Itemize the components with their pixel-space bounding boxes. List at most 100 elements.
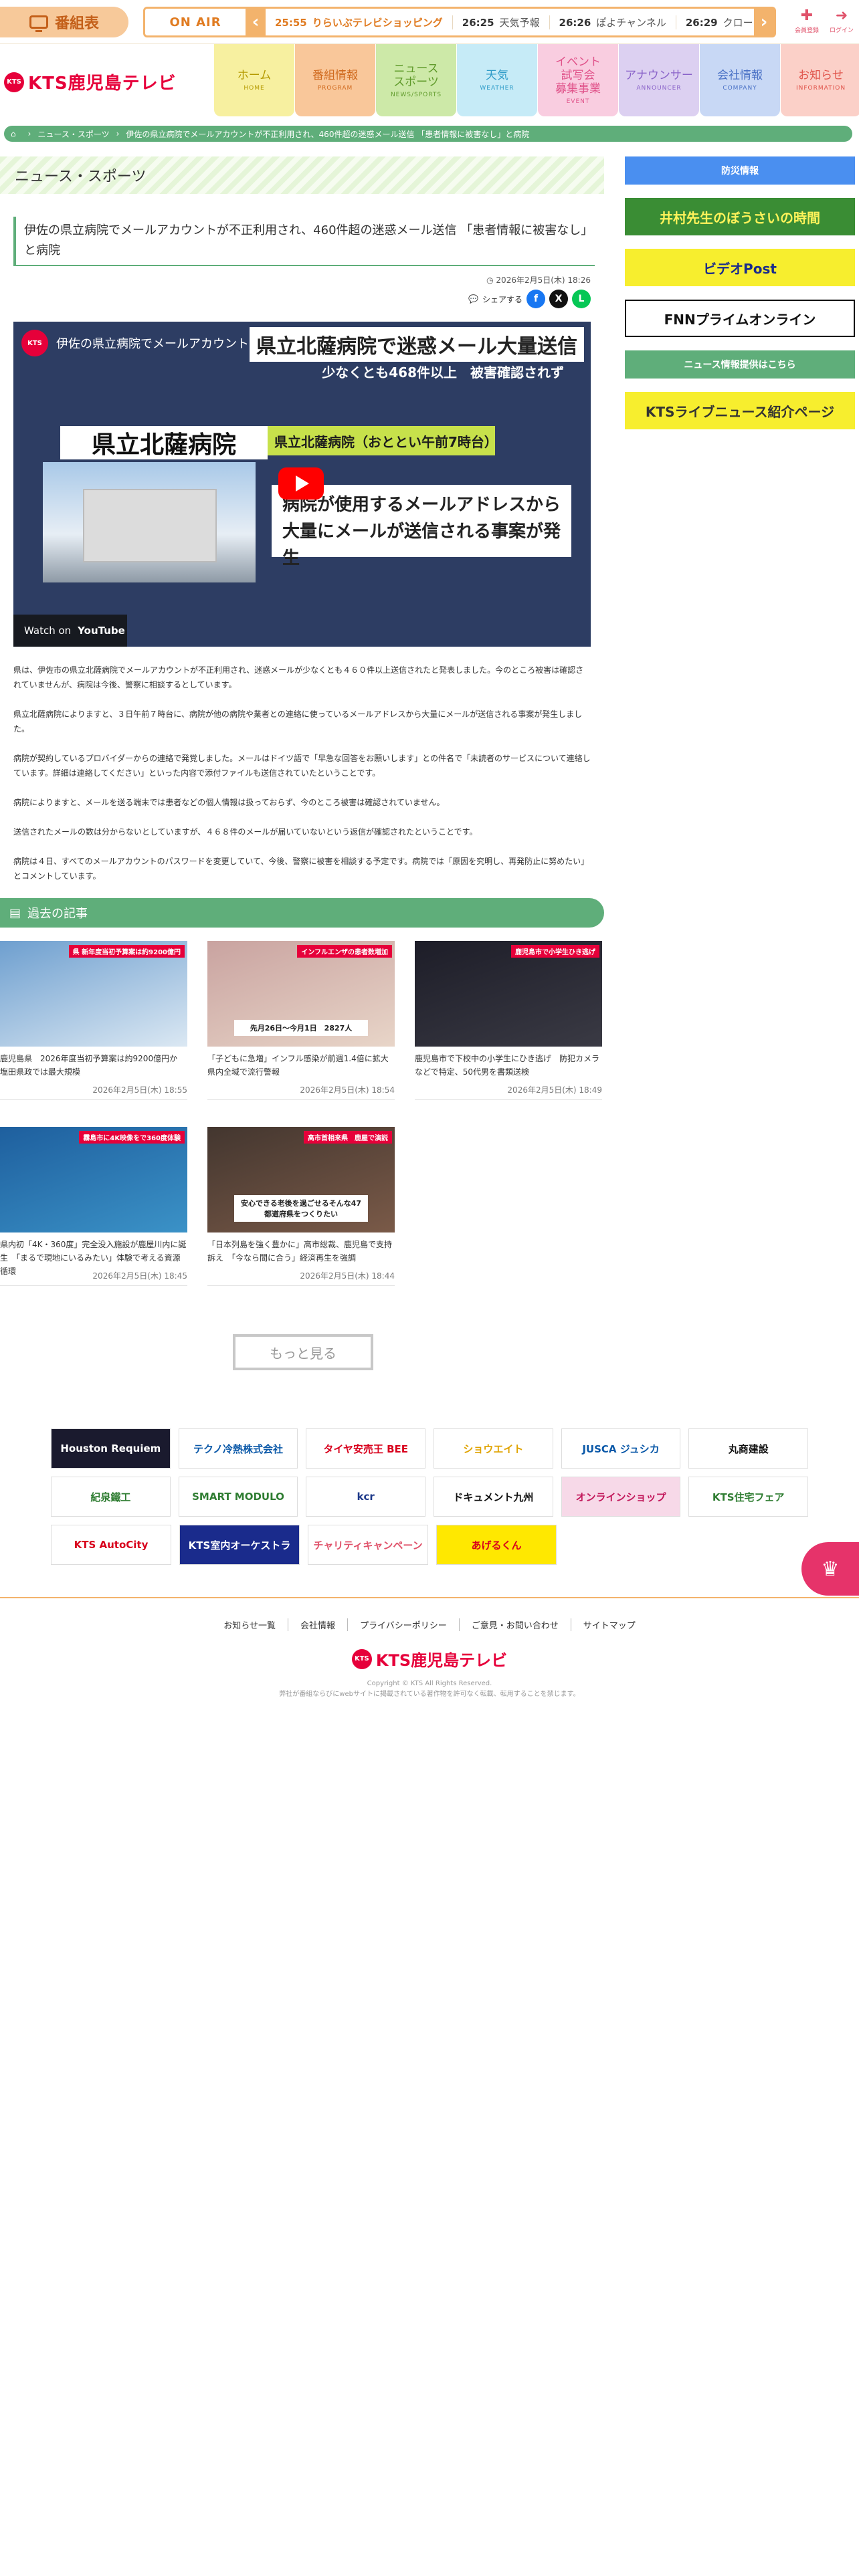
- ticker-item[interactable]: 26:25 天気予報: [453, 15, 550, 29]
- sponsor-banner[interactable]: Houston Requiem: [51, 1428, 171, 1469]
- breadcrumb-separator: ›: [27, 129, 31, 138]
- share-bar: 💬 シェアする f X L: [13, 290, 591, 308]
- sidebar-banner[interactable]: ビデオPost: [625, 249, 855, 286]
- nav-item-home[interactable]: ホーム HOME: [214, 44, 294, 116]
- sponsor-banner[interactable]: ショウエイト: [434, 1428, 553, 1469]
- ticker-item[interactable]: 26:26 ぽよチャンネル: [550, 15, 676, 29]
- sponsor-name: チャリティキャンペーン: [313, 1539, 423, 1551]
- past-article-card[interactable]: インフルエンザの患者数増加 先月26日～今月1日 2827人「子どもに急増」インフ…: [207, 941, 397, 1100]
- floating-crown-button[interactable]: ♛: [801, 1542, 859, 1596]
- x-icon[interactable]: X: [549, 290, 568, 308]
- past-article-card[interactable]: 霧島市に4K映像をで360度体験 県内初「4K・360度」完全没入施設が鹿屋川内に…: [0, 1127, 187, 1286]
- sponsor-banner[interactable]: KTS住宅フェア: [688, 1477, 809, 1517]
- sponsor-banner[interactable]: SMART MODULO: [178, 1477, 298, 1517]
- sponsor-banner[interactable]: KTS室内オーケストラ: [179, 1525, 300, 1565]
- ticker-title: 天気予報: [499, 16, 540, 29]
- sponsor-name: SMART MODULO: [192, 1491, 284, 1503]
- sponsor-banner[interactable]: テクノ冷熱株式会社: [178, 1428, 298, 1469]
- footer-link-news[interactable]: お知らせ一覧: [211, 1618, 288, 1631]
- on-air-ticker: ON AIR ‹ 25:55 りらいぶテレビショッピング 26:25 天気予報 26…: [143, 7, 776, 37]
- login-button[interactable]: ➜ ログイン: [830, 7, 854, 34]
- line-icon[interactable]: L: [572, 290, 591, 308]
- nav-item-information[interactable]: お知らせ INFORMATION: [781, 44, 859, 116]
- watch-on-youtube-button[interactable]: Watch on YouTube: [13, 615, 127, 647]
- nav-item-announcer[interactable]: アナウンサー ANNOUNCER: [619, 44, 699, 116]
- site-logo[interactable]: KTS KTS鹿児島テレビ: [4, 70, 177, 94]
- play-button[interactable]: [278, 467, 324, 500]
- global-nav: ホーム HOME 番組情報 PROGRAM ニュース スポーツ NEWS/SPORTS 天気…: [214, 44, 859, 116]
- sponsor-banner[interactable]: KTS AutoCity: [51, 1525, 171, 1565]
- article-thumbnail[interactable]: 高市首相来県 鹿屋で演説安心できる老後を過ごせるそんな47都道府県をつくりたい: [207, 1127, 395, 1232]
- past-article-card[interactable]: 高市首相来県 鹿屋で演説 安心できる老後を過ごせるそんな47都道府県をつくりたい「…: [207, 1127, 395, 1286]
- sponsor-banner[interactable]: チャリティキャンペーン: [308, 1525, 428, 1565]
- sponsor-name: あげるくん: [471, 1539, 522, 1551]
- sponsor-name: ショウエイト: [463, 1442, 524, 1455]
- article-card-title: 「子どもに急増」インフル感染が前週1.4倍に拡大 県内全域で流行警報: [207, 1054, 397, 1077]
- thumb-caption: 高市首相来県 鹿屋で演説: [304, 1131, 392, 1144]
- ticker-item[interactable]: 25:55 りらいぶテレビショッピング: [266, 15, 453, 29]
- sponsor-banner[interactable]: タイヤ安売王 BEE: [306, 1428, 426, 1469]
- nav-item-event[interactable]: イベント 試写会 募集事業 EVENT: [538, 44, 618, 116]
- sidebar-banner[interactable]: ニュース情報提供はこちら: [625, 350, 855, 379]
- home-icon[interactable]: ⌂: [11, 129, 16, 138]
- article-paragraph: 県は、伊佐市の県立北薩病院でメールアカウントが不正利用され、迷惑メールが少なくと…: [13, 665, 584, 689]
- facebook-icon[interactable]: f: [527, 290, 545, 308]
- ticker-prev-button[interactable]: ‹: [246, 9, 266, 35]
- sponsor-banner[interactable]: 紀泉鐵工: [51, 1477, 171, 1517]
- thumb-caption: 県 新年度当初予算案は約9200億円: [68, 945, 185, 958]
- footer-logo[interactable]: KTS KTS鹿児島テレビ: [0, 1647, 859, 1671]
- footer-link-sitemap[interactable]: サイトマップ: [571, 1618, 648, 1631]
- article-title: 伊佐の県立病院でメールアカウントが不正利用され、460件超の迷惑メール送信 「患…: [13, 217, 595, 266]
- video-player[interactable]: KTS 伊佐の県立病院でメールアカウントが不正利用され、460件超の迷惑メール送…: [13, 322, 591, 647]
- sponsor-banner[interactable]: JUSCA ジュシカ: [561, 1428, 681, 1469]
- sponsor-banner[interactable]: 丸商建設: [688, 1428, 809, 1469]
- footer-link-company[interactable]: 会社情報: [288, 1618, 348, 1631]
- sidebar-banner[interactable]: FNNプライムオンライン: [625, 300, 855, 337]
- sidebar: 防災情報井村先生のぼうさいの時間 ビデオPost FNNプライムオンラインニュース情…: [625, 156, 855, 443]
- article-thumbnail[interactable]: 鹿児島市で小学生ひき逃げ: [415, 941, 602, 1047]
- nav-item-news-sports[interactable]: ニュース スポーツ NEWS/SPORTS: [376, 44, 456, 116]
- sidebar-banner[interactable]: 防災情報: [625, 156, 855, 185]
- article-body: 県は、伊佐市の県立北薩病院でメールアカウントが不正利用され、迷惑メールが少なくと…: [13, 663, 591, 883]
- on-air-label: ON AIR: [169, 15, 221, 29]
- sponsor-name: ドキュメント九州: [453, 1491, 534, 1503]
- nav-item-sublabel: HOME: [244, 85, 265, 92]
- youtube-logo: YouTube: [78, 625, 125, 637]
- sponsor-banner[interactable]: ドキュメント九州: [434, 1477, 553, 1517]
- article-thumbnail[interactable]: 霧島市に4K映像をで360度体験: [0, 1127, 187, 1232]
- article-card-date: 2026年2月5日(木) 18:55: [0, 1084, 187, 1100]
- article-thumbnail[interactable]: 県 新年度当初予算案は約9200億円: [0, 941, 187, 1047]
- sidebar-banner[interactable]: KTSライブニュース紹介ページ: [625, 392, 855, 429]
- sponsor-banner[interactable]: あげるくん: [436, 1525, 557, 1565]
- sidebar-banner[interactable]: 井村先生のぼうさいの時間: [625, 198, 855, 235]
- nav-item-program[interactable]: 番組情報 PROGRAM: [295, 44, 375, 116]
- member-register-button[interactable]: ✚ 会員登録: [795, 7, 819, 34]
- program-guide-button[interactable]: 番組表: [0, 7, 128, 37]
- past-articles-header: ▤ 過去の記事: [0, 898, 604, 928]
- main-content: ニュース・スポーツ 伊佐の県立病院でメールアカウントが不正利用され、460件超の…: [0, 156, 604, 1370]
- nav-item-company[interactable]: 会社情報 COMPANY: [700, 44, 780, 116]
- channel-avatar[interactable]: KTS: [21, 330, 48, 356]
- article-thumbnail[interactable]: インフルエンザの患者数増加 先月26日～今月1日 2827人: [207, 941, 395, 1047]
- footer-link-privacy[interactable]: プライバシーポリシー: [348, 1618, 460, 1631]
- footer-link-contact[interactable]: ご意見・お問い合わせ: [460, 1618, 571, 1631]
- ticker-time: 25:55: [275, 16, 307, 29]
- user-plus-icon: ✚: [800, 7, 814, 24]
- breadcrumb-separator: ›: [116, 129, 120, 138]
- ticker-item[interactable]: 26:29 クロー: [676, 15, 754, 29]
- thumb-overlay: 安心できる老後を過ごせるそんな47都道府県をつくりたい: [234, 1195, 368, 1222]
- nav-item-weather[interactable]: 天気 WEATHER: [457, 44, 537, 116]
- past-article-card[interactable]: 鹿児島市で小学生ひき逃げ 鹿児島市で下校中の小学生にひき逃げ 防犯カメラなどで特定…: [415, 941, 602, 1100]
- ticker-next-button[interactable]: ›: [754, 9, 774, 35]
- load-more-button[interactable]: もっと見る: [233, 1334, 373, 1370]
- nav-item-sublabel: COMPANY: [723, 85, 757, 92]
- nav-item-sublabel: INFORMATION: [795, 85, 846, 92]
- ticker-time: 26:26: [559, 16, 591, 29]
- past-article-card[interactable]: 県 新年度当初予算案は約9200億円 鹿児島県 2026年度当初予算案は約9200…: [0, 941, 187, 1100]
- sponsor-banner[interactable]: オンラインショップ: [561, 1477, 681, 1517]
- sponsor-banner[interactable]: kcr: [306, 1477, 426, 1517]
- nav-item-sublabel: NEWS/SPORTS: [390, 92, 442, 98]
- document-icon: ▤: [9, 905, 21, 920]
- breadcrumb-item-news[interactable]: ニュース・スポーツ: [37, 128, 109, 140]
- nav-item-sublabel: EVENT: [566, 98, 590, 105]
